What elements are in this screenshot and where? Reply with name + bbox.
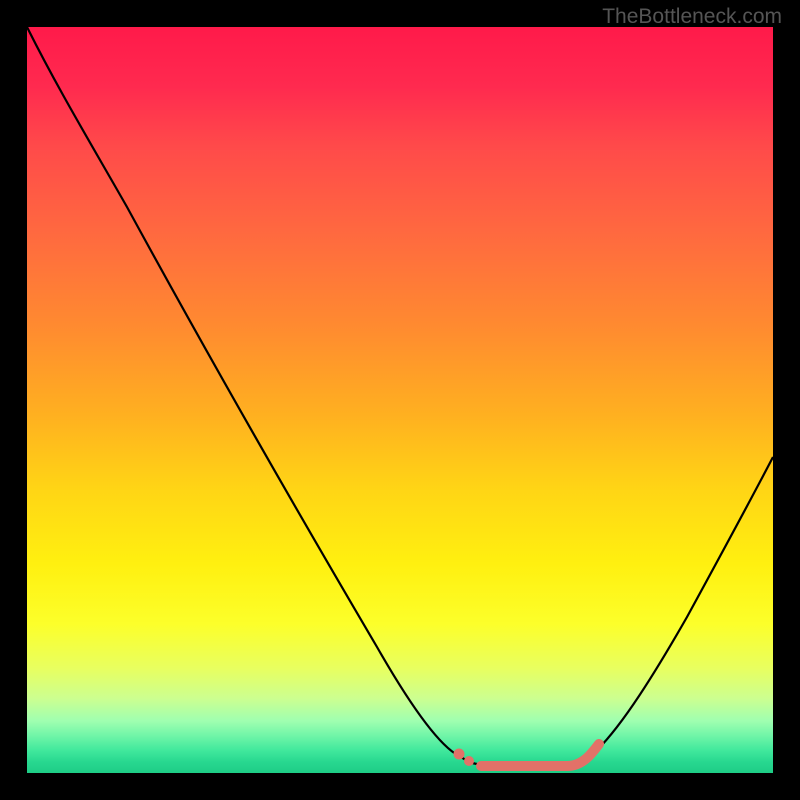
- marker-dot: [454, 749, 464, 759]
- watermark-text: TheBottleneck.com: [602, 5, 782, 29]
- bottleneck-curve-svg: [27, 27, 773, 773]
- marker-dot: [465, 757, 474, 766]
- valley-flat-segment: [481, 744, 599, 766]
- chart-plot-area: [27, 27, 773, 773]
- bottleneck-curve-path: [27, 27, 773, 766]
